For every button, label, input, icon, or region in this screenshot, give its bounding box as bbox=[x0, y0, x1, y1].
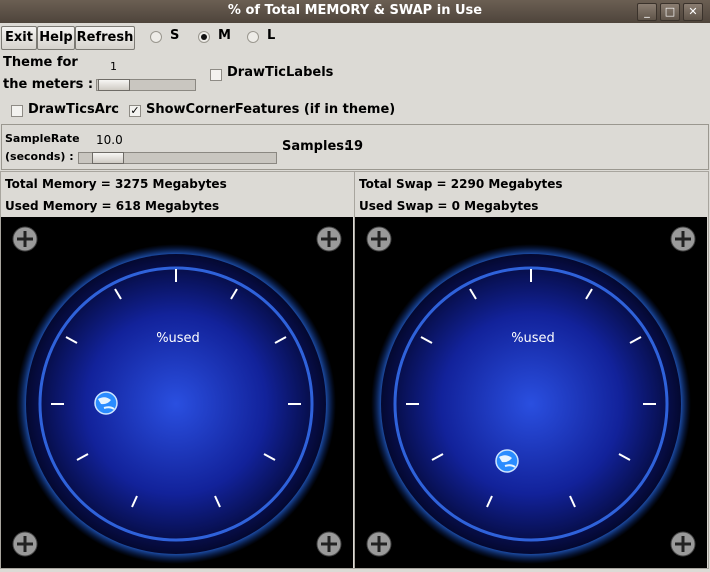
swap-dial-svg: %used bbox=[366, 226, 696, 564]
screw-icon bbox=[12, 226, 38, 252]
screw-icon bbox=[366, 531, 392, 557]
app-window: % of Total MEMORY & SWAP in Use _ □ ✕ Ex… bbox=[0, 0, 710, 569]
close-window-button[interactable]: ✕ bbox=[683, 3, 703, 21]
theme-slider[interactable] bbox=[96, 79, 196, 91]
screw-icon bbox=[670, 226, 696, 252]
show-corner-features-label: ShowCornerFeatures (if in theme) bbox=[146, 102, 396, 117]
memory-dial-face bbox=[26, 254, 326, 554]
theme-value: 1 bbox=[110, 60, 117, 73]
draw-tic-labels-checkbox[interactable] bbox=[210, 69, 222, 81]
draw-tics-arc-checkbox[interactable] bbox=[11, 105, 23, 117]
memory-dial-svg: %used bbox=[12, 226, 342, 564]
screw-icon bbox=[316, 531, 342, 557]
draw-tic-labels-label: DrawTicLabels bbox=[227, 65, 334, 80]
memory-total-text: Total Memory = 3275 Megabytes bbox=[5, 177, 227, 191]
draw-tics-arc-label: DrawTicsArc bbox=[28, 102, 119, 117]
refresh-button[interactable]: Refresh bbox=[75, 26, 135, 50]
swap-globe-needle-icon bbox=[495, 449, 519, 473]
samples-value: 19 bbox=[345, 139, 364, 154]
size-radio-l[interactable] bbox=[247, 31, 259, 43]
sample-rate-slider-thumb[interactable] bbox=[92, 152, 124, 164]
swap-meter-header: Total Swap = 2290 Megabytes Used Swap = … bbox=[355, 172, 708, 217]
theme-label-line1: Theme for bbox=[3, 55, 78, 70]
size-radio-s[interactable] bbox=[150, 31, 162, 43]
sample-rate-value: 10.0 bbox=[96, 133, 123, 147]
size-radio-m-label: M bbox=[218, 28, 231, 43]
sample-panel: SampleRate (seconds) : 10.0 Samples: 19 bbox=[1, 124, 709, 170]
memory-globe-needle-icon bbox=[94, 391, 118, 415]
exit-button[interactable]: Exit bbox=[1, 26, 37, 50]
memory-used-text: Used Memory = 618 Megabytes bbox=[5, 199, 220, 213]
sample-rate-label-line1: SampleRate bbox=[5, 132, 80, 145]
memory-dial-label: %used bbox=[156, 331, 200, 346]
swap-dial-face bbox=[381, 254, 681, 554]
title-bar[interactable]: % of Total MEMORY & SWAP in Use _ □ ✕ bbox=[0, 0, 710, 23]
size-radio-l-label: L bbox=[267, 28, 276, 43]
memory-meter-canvas: %used bbox=[1, 217, 353, 568]
screw-icon bbox=[366, 226, 392, 252]
swap-meter-panel: Total Swap = 2290 Megabytes Used Swap = … bbox=[354, 171, 709, 569]
swap-used-text: Used Swap = 0 Megabytes bbox=[359, 199, 539, 213]
maximize-button[interactable]: □ bbox=[660, 3, 680, 21]
size-radio-m[interactable] bbox=[198, 31, 210, 43]
screw-icon bbox=[670, 531, 696, 557]
theme-label-line2: the meters : bbox=[3, 77, 94, 92]
show-corner-features-checkbox[interactable]: ✓ bbox=[129, 105, 141, 117]
theme-slider-thumb[interactable] bbox=[98, 79, 130, 91]
screw-icon bbox=[316, 226, 342, 252]
memory-meter-panel: Total Memory = 3275 Megabytes Used Memor… bbox=[0, 171, 355, 569]
screw-icon bbox=[12, 531, 38, 557]
size-radio-s-label: S bbox=[170, 28, 180, 43]
memory-meter-header: Total Memory = 3275 Megabytes Used Memor… bbox=[1, 172, 354, 217]
samples-label: Samples: bbox=[282, 139, 350, 154]
window-title: % of Total MEMORY & SWAP in Use bbox=[227, 3, 483, 18]
swap-total-text: Total Swap = 2290 Megabytes bbox=[359, 177, 563, 191]
sample-rate-label-line2: (seconds) : bbox=[5, 150, 74, 163]
help-button[interactable]: Help bbox=[37, 26, 75, 50]
swap-dial-label: %used bbox=[511, 331, 555, 346]
sample-rate-slider[interactable] bbox=[78, 152, 277, 164]
swap-meter-canvas: %used bbox=[355, 217, 707, 568]
minimize-button[interactable]: _ bbox=[637, 3, 657, 21]
